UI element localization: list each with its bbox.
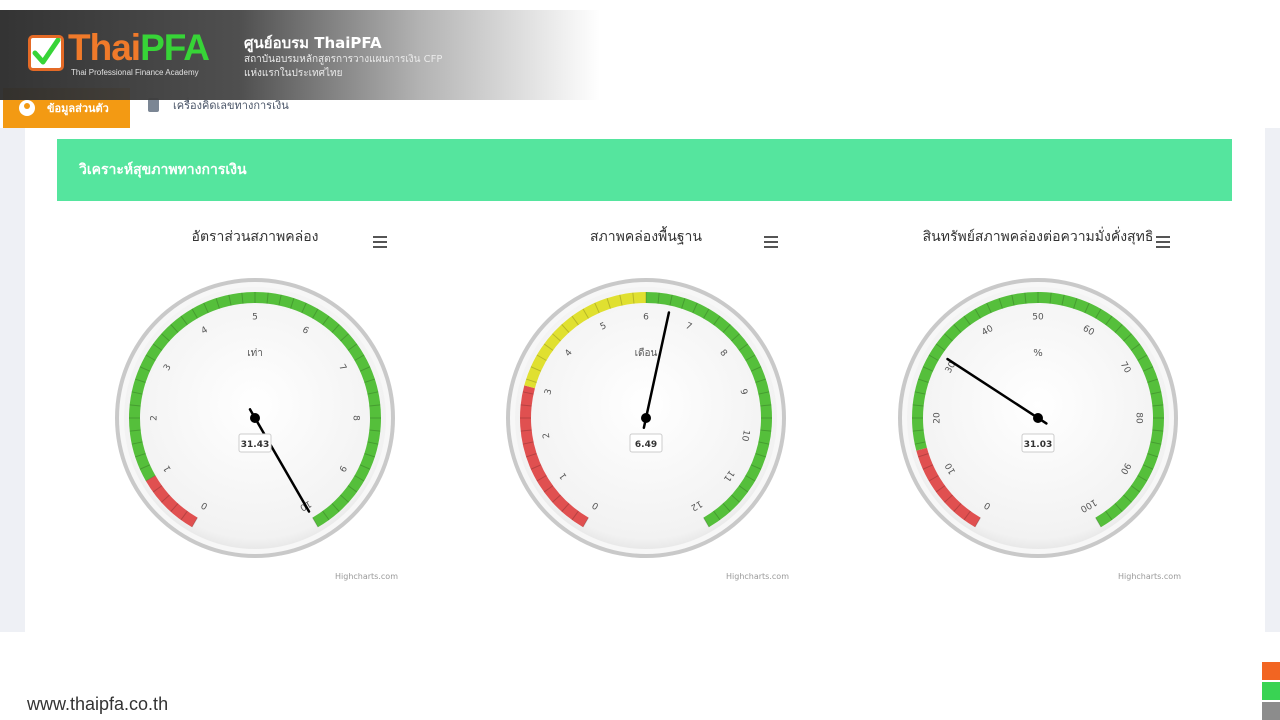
- gauge-title: อัตราส่วนสภาพคล่อง: [191, 229, 319, 245]
- corner-square-green: [1262, 682, 1280, 700]
- gauge-unit: %: [1033, 348, 1043, 359]
- gauge-title: สภาพคล่องพื้นฐาน: [589, 229, 702, 245]
- brand-logo: ThaiPFA: [68, 27, 210, 68]
- calculator-icon: [148, 98, 159, 112]
- tab-personal-label: ข้อมูลส่วนตัว: [47, 102, 109, 115]
- brand-banner: ThaiPFA Thai Professional Finance Academ…: [0, 10, 600, 100]
- gauge-unit: เท่า: [247, 348, 263, 359]
- user-icon: [19, 100, 35, 116]
- brand-tagline-2: แห่งแรกในประเทศไทย: [244, 68, 343, 79]
- highcharts-credit[interactable]: Highcharts.com: [1118, 572, 1181, 581]
- highcharts-credit[interactable]: Highcharts.com: [335, 572, 398, 581]
- gauge-value-label: 31.43: [241, 440, 269, 450]
- chart-menu-icon[interactable]: [764, 236, 778, 248]
- gauge-panel-basic-liquidity: สภาพคล่องพื้นฐาน 0 1 2 3 4 5 6 7 8 9 10 11 12 เดือน 6.…: [496, 218, 856, 590]
- brand-tagline-1: สถาบันอบรมหลักสูตรการวางแผนการเงิน CFP: [244, 54, 443, 65]
- brand-logo-subtitle: Thai Professional Finance Academy: [71, 68, 199, 77]
- highcharts-credit[interactable]: Highcharts.com: [726, 572, 789, 581]
- chart-menu-icon[interactable]: [1156, 236, 1170, 248]
- gauge-pivot: [641, 413, 651, 423]
- gauge-chart: 0123456789101112เดือน6.49: [506, 278, 786, 558]
- gauge-tick-label: 20: [933, 412, 943, 424]
- gauge-panel-liquid-assets-net-worth: สินทรัพย์สภาพคล่องต่อความมั่งคั่งสุทธิ 0…: [888, 218, 1248, 590]
- gauge-tick-label: 10: [739, 429, 751, 442]
- gauge-tick-label: 5: [252, 313, 258, 323]
- gauge-title: สินทรัพย์สภาพคล่องต่อความมั่งคั่งสุทธิ: [922, 229, 1154, 245]
- section-header: วิเคราะห์สุขภาพทางการเงิน: [57, 139, 1232, 201]
- gauge-tick-label: 6: [643, 313, 649, 323]
- section-title: วิเคราะห์สุขภาพทางการเงิน: [79, 162, 247, 178]
- gauge-chart: 0102030405060708090100%31.03: [898, 278, 1178, 558]
- gauge-pivot: [250, 413, 260, 423]
- gauge-chart: 012345678910เท่า31.43: [115, 278, 395, 558]
- gauge-value-label: 31.03: [1024, 440, 1052, 450]
- website-url[interactable]: www.thaipfa.co.th: [27, 694, 168, 715]
- gauge-value-label: 6.49: [635, 440, 657, 450]
- corner-square-orange: [1262, 662, 1280, 680]
- gauge-panel-liquidity-ratio: อัตราส่วนสภาพคล่อง 012345678910เท่า31.43…: [105, 218, 465, 590]
- chart-menu-icon[interactable]: [373, 236, 387, 248]
- gauge-unit: เดือน: [635, 347, 658, 359]
- gauge-pivot: [1033, 413, 1043, 423]
- checkmark-logo-icon: [28, 35, 64, 71]
- gauge-tick-label: 80: [1134, 412, 1144, 424]
- corner-square-gray: [1262, 702, 1280, 720]
- gauge-tick-label: 2: [150, 415, 160, 421]
- gauge-tick-label: 8: [351, 415, 361, 421]
- gauge-tick-label: 50: [1032, 313, 1044, 323]
